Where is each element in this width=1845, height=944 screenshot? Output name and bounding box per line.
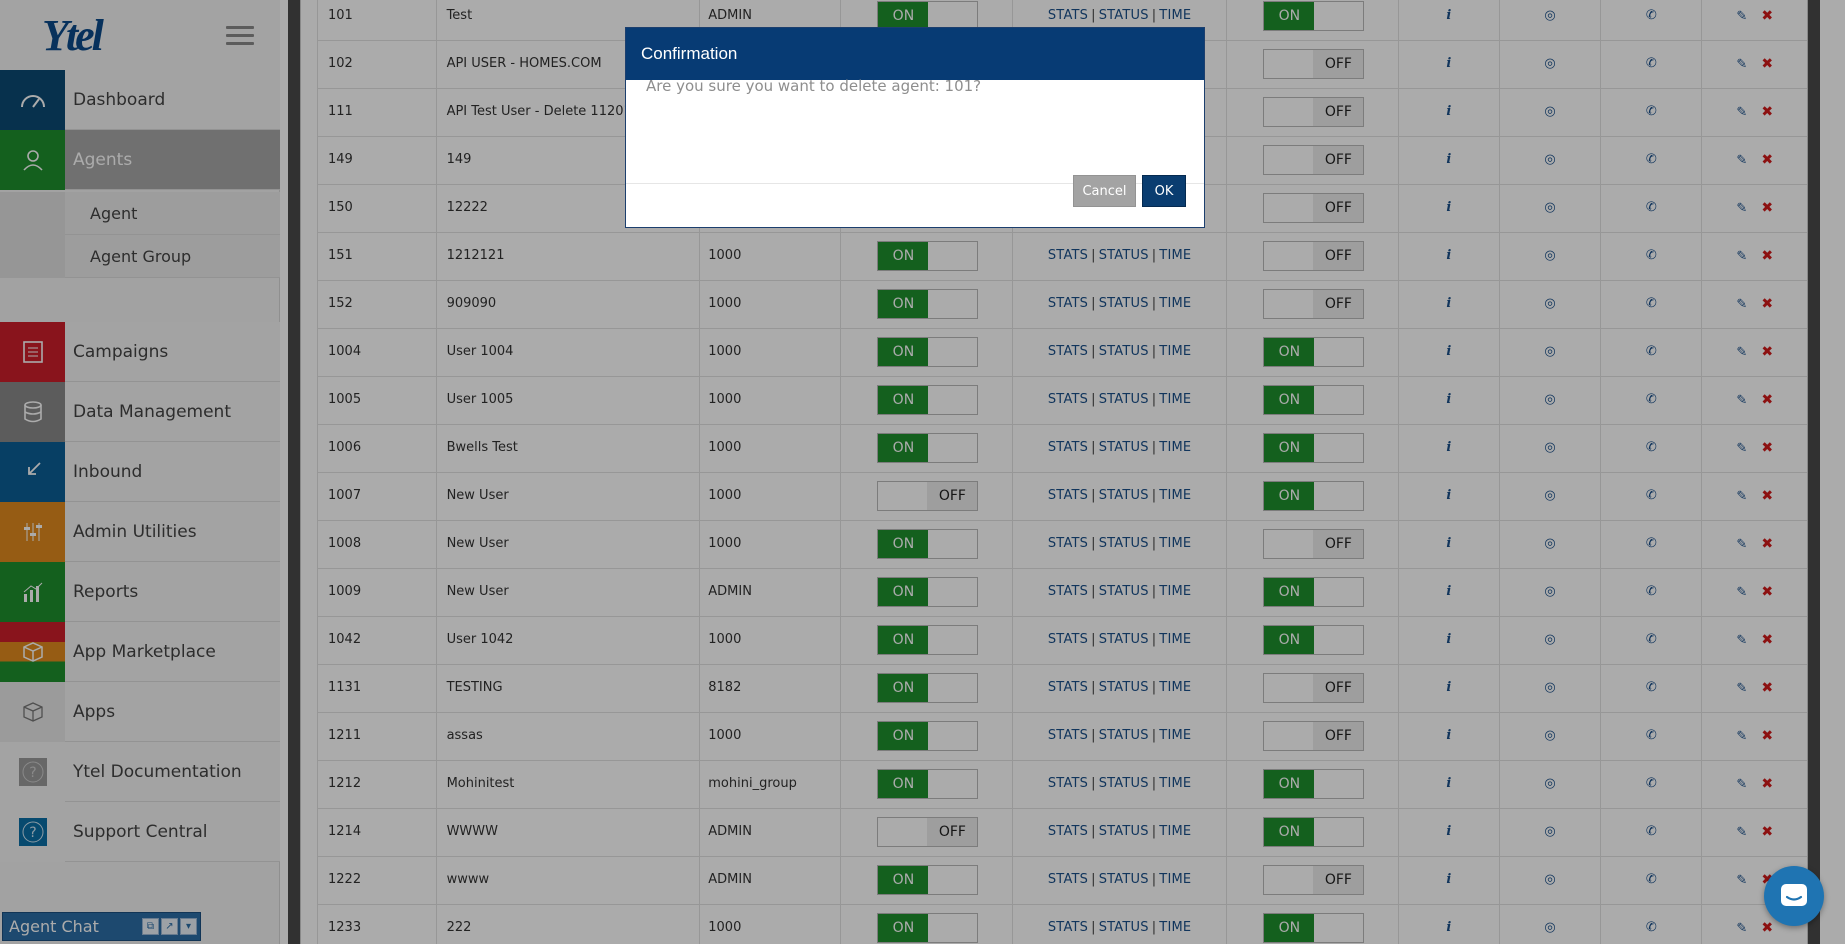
dialog-body: [626, 80, 1204, 184]
cancel-button[interactable]: Cancel: [1073, 175, 1136, 207]
dialog-message: Are you sure you want to delete agent: 1…: [646, 77, 982, 95]
dialog-title: Confirmation: [641, 44, 738, 63]
dialog-header: Confirmation: [626, 28, 1204, 80]
chat-launcher-button[interactable]: [1764, 866, 1824, 926]
chat-bubble-icon: [1781, 884, 1807, 906]
confirmation-dialog: Confirmation Are you sure you want to de…: [625, 27, 1205, 228]
ok-button[interactable]: OK: [1142, 175, 1186, 207]
